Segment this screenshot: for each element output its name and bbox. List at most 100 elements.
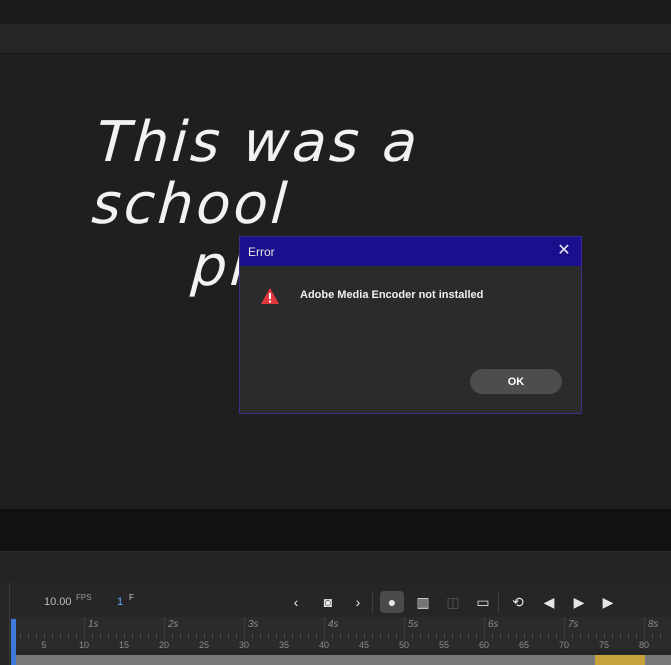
ruler-tick: [220, 634, 221, 639]
ruler-tick: [236, 634, 237, 639]
center-frame-icon[interactable]: ▭: [471, 591, 495, 613]
ruler-frame-number: 40: [318, 640, 330, 650]
ruler-tick: [556, 634, 557, 639]
ruler-tick: [348, 634, 349, 639]
ruler-tick: [660, 634, 661, 639]
ruler-tick: [172, 634, 173, 639]
ruler-tick: [28, 634, 29, 639]
ruler-tick: [148, 634, 149, 639]
layer-track[interactable]: [16, 655, 671, 665]
ruler-tick: [588, 634, 589, 639]
fps-value[interactable]: 10.00: [44, 596, 72, 608]
next-keyframe-icon[interactable]: ›: [346, 591, 370, 613]
ruler-second-label: 2s: [168, 619, 179, 630]
ruler-tick: [300, 634, 301, 639]
ruler-tick: [76, 634, 77, 639]
loop-icon[interactable]: ⟲: [506, 591, 530, 613]
ruler-frame-number: 5: [41, 640, 47, 650]
ruler-tick: [620, 634, 621, 639]
ruler-tick: [580, 634, 581, 639]
ruler-frame-number: 75: [598, 640, 610, 650]
ruler-frame-number: 60: [478, 640, 490, 650]
ruler-tick: [540, 634, 541, 639]
ruler-tick: [524, 634, 525, 639]
ruler-frame-number: 45: [358, 640, 370, 650]
ruler-second-label: 6s: [488, 619, 499, 630]
ruler-tick: [388, 634, 389, 639]
ruler-tick: [252, 634, 253, 639]
ruler-frame-number: 30: [238, 640, 250, 650]
ruler-tick: [436, 634, 437, 639]
ruler-frame-number: 55: [438, 640, 450, 650]
ruler-tick: [204, 634, 205, 639]
dialog-message: Adobe Media Encoder not installed: [300, 289, 484, 301]
top-toolbar: [0, 0, 671, 25]
ruler-tick: [316, 634, 317, 639]
ruler-tick: [276, 634, 277, 639]
error-dialog: Error ✕ Adobe Media Encoder not installe…: [239, 236, 582, 414]
ruler-tick: [444, 634, 445, 639]
prev-keyframe-icon[interactable]: ‹: [284, 591, 308, 613]
warning-icon: [261, 288, 279, 304]
onion-skin-icon[interactable]: ●: [380, 591, 404, 613]
edit-multiple-frames-icon[interactable]: ▥: [411, 591, 435, 613]
ruler-tick: [188, 634, 189, 639]
close-icon[interactable]: ✕: [555, 242, 573, 260]
timeline-panel: 10.00 FPS 1 F ‹ ◙ › ● ▥ ◫ ▭ ⟲ ◀ ▶ ▶ 5 10 15 20 25 30 35 4…: [0, 583, 671, 665]
keyframe-span[interactable]: [595, 655, 645, 665]
ruler-tick: [268, 634, 269, 639]
ruler-frame-number: 80: [638, 640, 650, 650]
ruler-tick: [124, 634, 125, 639]
frame-value[interactable]: 1: [117, 596, 123, 608]
ruler-second-label: 3s: [248, 619, 259, 630]
ruler-tick: [212, 634, 213, 639]
ruler-frame-number: 50: [398, 640, 410, 650]
ruler-tick: [452, 634, 453, 639]
dialog-title-bar: Error ✕: [240, 237, 581, 266]
ruler-frame-number: 20: [158, 640, 170, 650]
ruler-frame-number: 65: [518, 640, 530, 650]
ruler-frame-number: 15: [118, 640, 130, 650]
ruler-tick: [44, 634, 45, 639]
step-forward-icon[interactable]: ▶: [596, 591, 620, 613]
timeline-ruler[interactable]: 5 10 15 20 25 30 35 40 45 50 55 60 65 70 75 80 1s 2s 3s 4s 5…: [10, 617, 671, 650]
ruler-tick: [196, 634, 197, 639]
ruler-frame-number: 25: [198, 640, 210, 650]
ruler-frame-number: 70: [558, 640, 570, 650]
ruler-tick: [412, 634, 413, 639]
ruler-frame-number: 10: [78, 640, 90, 650]
ruler-tick: [364, 634, 365, 639]
step-back-icon[interactable]: ◀: [537, 591, 561, 613]
ruler-tick: [476, 634, 477, 639]
ok-button[interactable]: OK: [470, 369, 562, 394]
ruler-tick: [468, 634, 469, 639]
ruler-tick: [508, 634, 509, 639]
ruler-tick: [60, 634, 61, 639]
ruler-second-label: 8s: [648, 619, 659, 630]
handwriting-line-1: This was a school: [89, 110, 423, 237]
ruler-tick: [548, 634, 549, 639]
ruler-tick: [92, 634, 93, 639]
ruler-tick: [380, 634, 381, 639]
ruler-tick: [628, 634, 629, 639]
ruler-frame-number: 35: [278, 640, 290, 650]
panel-divider[interactable]: [0, 551, 671, 584]
play-icon[interactable]: ▶: [567, 591, 591, 613]
edit-bar: [0, 25, 671, 54]
ruler-tick: [636, 634, 637, 639]
frame-unit: F: [129, 593, 134, 602]
ruler-tick: [116, 634, 117, 639]
ruler-tick: [516, 634, 517, 639]
ruler-tick: [180, 634, 181, 639]
ruler-tick: [36, 634, 37, 639]
ruler-tick: [228, 634, 229, 639]
add-keyframe-icon[interactable]: ◙: [316, 591, 340, 613]
dialog-title: Error: [248, 245, 275, 259]
fps-unit: FPS: [76, 593, 92, 602]
ruler-tick: [604, 634, 605, 639]
ruler-tick: [132, 634, 133, 639]
ruler-tick: [460, 634, 461, 639]
disabled-frames-icon[interactable]: ◫: [441, 591, 465, 613]
ruler-tick: [292, 634, 293, 639]
ruler-tick: [532, 634, 533, 639]
